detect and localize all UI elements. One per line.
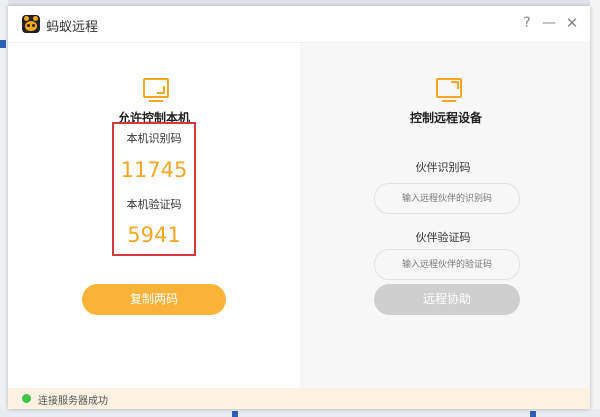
local-id-value: 11745 <box>120 158 188 182</box>
minimize-button[interactable]: — <box>540 14 558 32</box>
background-bottom-edge <box>0 409 600 417</box>
background-right-edge <box>590 0 600 417</box>
background-fragment <box>530 411 536 417</box>
remote-assist-button[interactable]: 远程协助 <box>374 284 520 315</box>
status-dot-icon <box>22 394 31 403</box>
window-title: 蚂蚁远程 <box>46 20 99 35</box>
partner-code-label: 伙伴验证码 <box>415 231 471 244</box>
background-fragment <box>232 411 238 417</box>
title-bar[interactable]: 蚂蚁远程 ? — ✕ <box>8 6 590 43</box>
ant-logo-icon <box>22 15 40 33</box>
local-id-label: 本机识别码 <box>126 132 182 145</box>
monitor-remote-icon <box>436 78 462 102</box>
local-code-value: 5941 <box>127 223 181 247</box>
help-button[interactable]: ? <box>518 14 536 32</box>
app-window: 蚂蚁远程 ? — ✕ 允许控制本机 本机识别码 11745 本机验证码 5941… <box>8 6 590 409</box>
background-fragment <box>0 40 6 48</box>
partner-code-field[interactable] <box>374 249 520 280</box>
partner-id-label: 伙伴识别码 <box>415 161 471 174</box>
partner-code-input[interactable] <box>379 259 515 271</box>
copy-codes-button[interactable]: 复制两码 <box>82 284 226 315</box>
status-text: 连接服务器成功 <box>38 396 108 407</box>
status-bar: 连接服务器成功 <box>8 388 590 409</box>
local-code-label: 本机验证码 <box>126 198 182 211</box>
monitor-share-icon <box>143 78 169 102</box>
highlight-box: 本机识别码 11745 本机验证码 5941 <box>112 122 196 256</box>
partner-id-input[interactable] <box>379 193 515 205</box>
partner-id-field[interactable] <box>374 183 520 214</box>
background-left-edge <box>0 0 8 417</box>
close-button[interactable]: ✕ <box>563 14 581 32</box>
remote-control-title: 控制远程设备 <box>409 111 482 125</box>
